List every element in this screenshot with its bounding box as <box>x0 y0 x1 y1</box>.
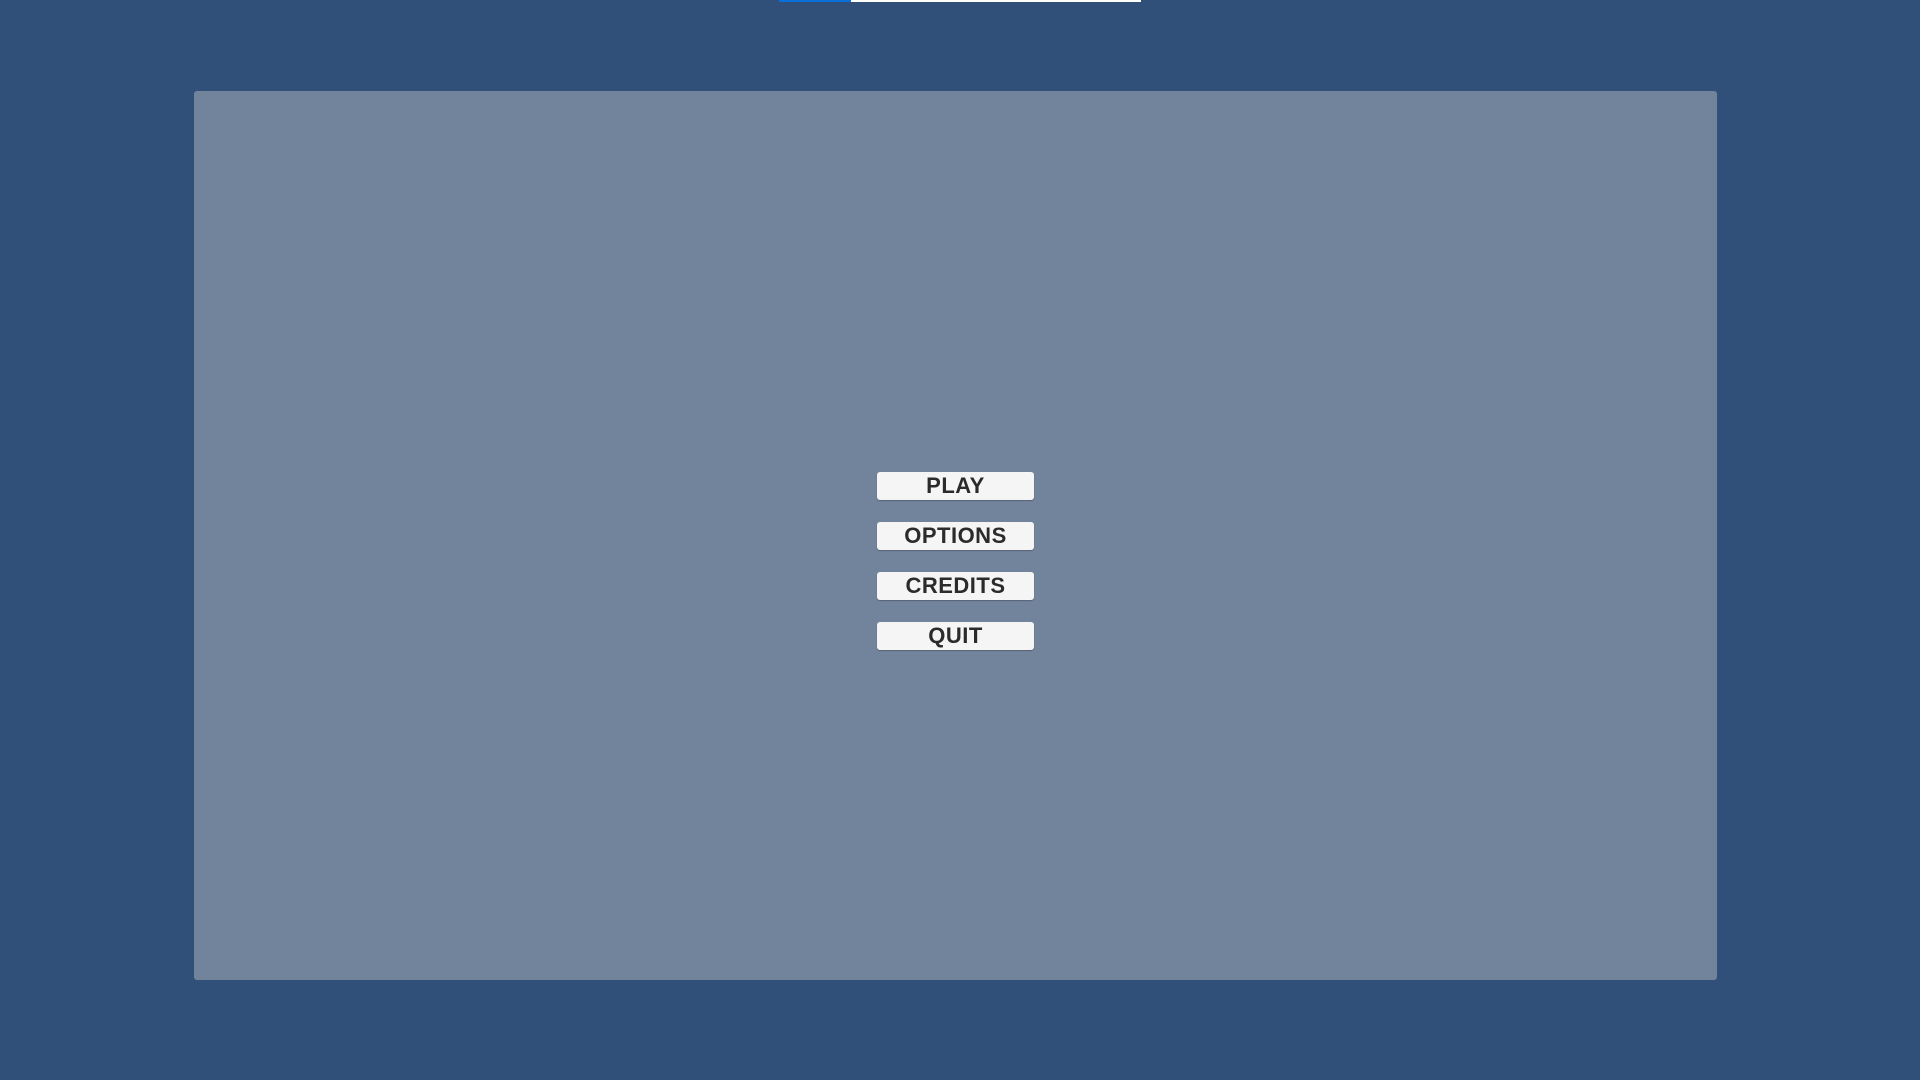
quit-button[interactable]: QUIT <box>877 622 1034 650</box>
credits-button[interactable]: CREDITS <box>877 572 1034 600</box>
main-menu: PLAY OPTIONS CREDITS QUIT <box>877 472 1034 650</box>
options-button[interactable]: OPTIONS <box>877 522 1034 550</box>
loading-bar-fill <box>779 0 852 2</box>
play-button[interactable]: PLAY <box>877 472 1034 500</box>
loading-bar <box>779 0 1141 2</box>
game-screen: PLAY OPTIONS CREDITS QUIT <box>0 0 1920 1080</box>
